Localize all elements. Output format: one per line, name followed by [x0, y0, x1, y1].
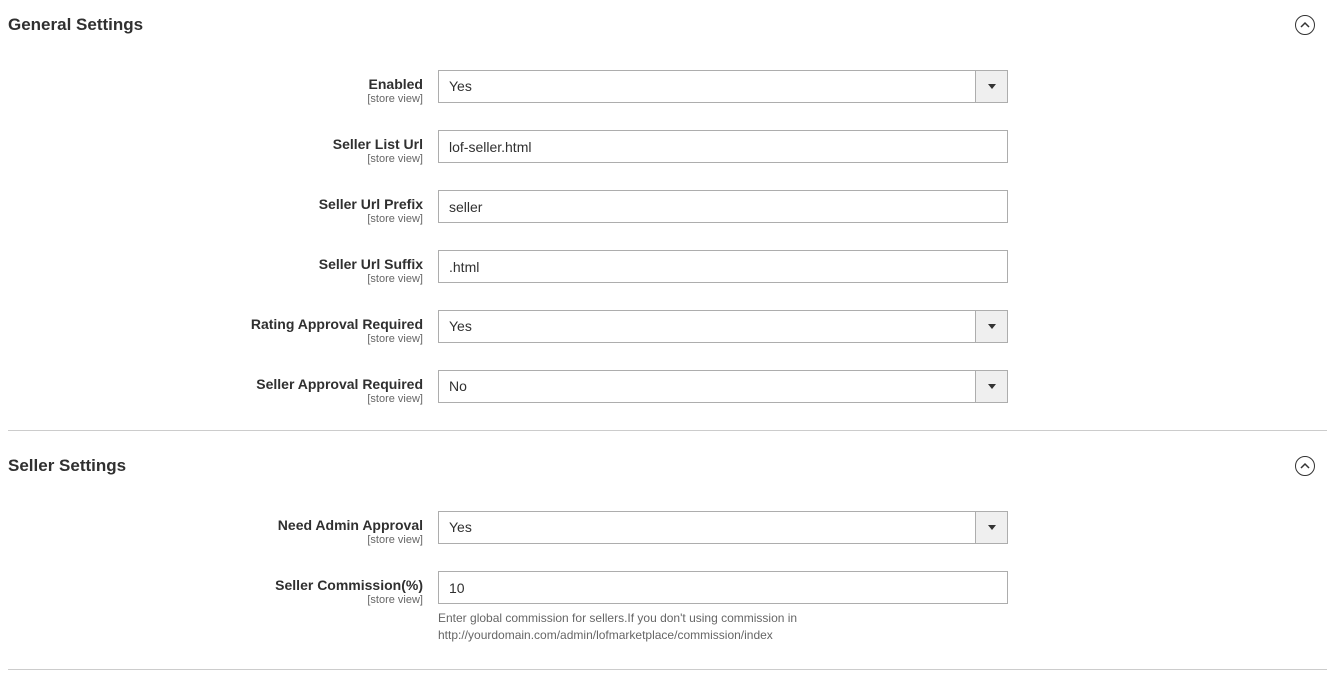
- control-wrap: Yes: [438, 511, 1008, 544]
- select-value[interactable]: Yes: [438, 511, 975, 544]
- chevron-down-icon[interactable]: [975, 310, 1008, 343]
- seller-settings-section: Seller Settings Need Admin Approval [sto…: [8, 451, 1327, 670]
- label-wrap: Seller Approval Required [store view]: [8, 370, 438, 405]
- label-wrap: Rating Approval Required [store view]: [8, 310, 438, 345]
- select-value[interactable]: No: [438, 370, 975, 403]
- seller-settings-body: Need Admin Approval [store view] Yes Sel…: [8, 491, 1327, 669]
- seller-url-prefix-row: Seller Url Prefix [store view]: [8, 190, 1327, 225]
- select-value[interactable]: Yes: [438, 70, 975, 103]
- seller-settings-header[interactable]: Seller Settings: [8, 451, 1327, 491]
- label-wrap: Seller Url Prefix [store view]: [8, 190, 438, 225]
- field-label: Seller List Url: [8, 136, 423, 152]
- scope-label: [store view]: [8, 333, 423, 345]
- rating-approval-select[interactable]: Yes: [438, 310, 1008, 343]
- control-wrap: Yes: [438, 310, 1008, 343]
- control-wrap: [438, 250, 1008, 283]
- label-wrap: Seller Url Suffix [store view]: [8, 250, 438, 285]
- chevron-down-icon[interactable]: [975, 70, 1008, 103]
- enabled-row: Enabled [store view] Yes: [8, 70, 1327, 105]
- control-wrap: Enter global commission for sellers.If y…: [438, 571, 1008, 644]
- seller-url-suffix-row: Seller Url Suffix [store view]: [8, 250, 1327, 285]
- control-wrap: No: [438, 370, 1008, 403]
- collapse-icon[interactable]: [1295, 15, 1315, 35]
- section-title: Seller Settings: [8, 456, 126, 476]
- label-wrap: Enabled [store view]: [8, 70, 438, 105]
- section-divider: [8, 430, 1327, 431]
- field-label: Seller Url Prefix: [8, 196, 423, 212]
- general-settings-section: General Settings Enabled [store view] Ye…: [8, 10, 1327, 431]
- rating-approval-row: Rating Approval Required [store view] Ye…: [8, 310, 1327, 345]
- chevron-down-icon[interactable]: [975, 370, 1008, 403]
- scope-label: [store view]: [8, 393, 423, 405]
- label-wrap: Seller List Url [store view]: [8, 130, 438, 165]
- control-wrap: [438, 130, 1008, 163]
- seller-approval-select[interactable]: No: [438, 370, 1008, 403]
- scope-label: [store view]: [8, 153, 423, 165]
- scope-label: [store view]: [8, 93, 423, 105]
- general-settings-header[interactable]: General Settings: [8, 10, 1327, 50]
- field-label: Seller Approval Required: [8, 376, 423, 392]
- field-label: Enabled: [8, 76, 423, 92]
- control-wrap: [438, 190, 1008, 223]
- enabled-select[interactable]: Yes: [438, 70, 1008, 103]
- seller-url-suffix-input[interactable]: [438, 250, 1008, 283]
- field-label: Rating Approval Required: [8, 316, 423, 332]
- section-divider: [8, 669, 1327, 670]
- need-admin-approval-row: Need Admin Approval [store view] Yes: [8, 511, 1327, 546]
- scope-label: [store view]: [8, 273, 423, 285]
- control-wrap: Yes: [438, 70, 1008, 103]
- label-wrap: Seller Commission(%) [store view]: [8, 571, 438, 606]
- label-wrap: Need Admin Approval [store view]: [8, 511, 438, 546]
- section-title: General Settings: [8, 15, 143, 35]
- help-text: Enter global commission for sellers.If y…: [438, 610, 1008, 644]
- select-value[interactable]: Yes: [438, 310, 975, 343]
- collapse-icon[interactable]: [1295, 456, 1315, 476]
- field-label: Need Admin Approval: [8, 517, 423, 533]
- scope-label: [store view]: [8, 534, 423, 546]
- seller-list-url-input[interactable]: [438, 130, 1008, 163]
- seller-list-url-row: Seller List Url [store view]: [8, 130, 1327, 165]
- chevron-down-icon[interactable]: [975, 511, 1008, 544]
- seller-approval-row: Seller Approval Required [store view] No: [8, 370, 1327, 405]
- scope-label: [store view]: [8, 213, 423, 225]
- seller-commission-input[interactable]: [438, 571, 1008, 604]
- seller-url-prefix-input[interactable]: [438, 190, 1008, 223]
- seller-commission-row: Seller Commission(%) [store view] Enter …: [8, 571, 1327, 644]
- field-label: Seller Url Suffix: [8, 256, 423, 272]
- scope-label: [store view]: [8, 594, 423, 606]
- general-settings-body: Enabled [store view] Yes Seller List Url…: [8, 50, 1327, 430]
- need-admin-approval-select[interactable]: Yes: [438, 511, 1008, 544]
- field-label: Seller Commission(%): [8, 577, 423, 593]
